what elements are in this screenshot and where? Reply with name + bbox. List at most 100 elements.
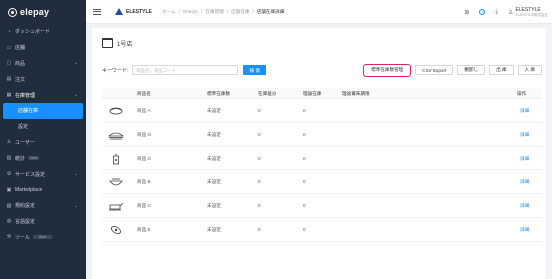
store-icon: ▭ (6, 44, 12, 51)
table-row: 商品 G 未設定 0 0 詳細 (102, 147, 542, 171)
brand: ELESTYLE (115, 8, 152, 15)
sidebar-item-label: 言語設定 (15, 218, 36, 225)
keyword-input[interactable] (132, 65, 239, 75)
sidebar-item-label: 商品 (15, 60, 26, 67)
detail-link[interactable]: 詳細 (520, 179, 529, 185)
standard-stock: 未設定 (207, 155, 221, 161)
col-stock-diff: 在庫差分 (258, 91, 277, 96)
sidebar-item-label: 注文 (15, 76, 26, 83)
sidebar-nav: ◔ ダッシュボード ▭ 店舗 ▢ 商品 ⌄ ▤ 注文 ▦ 在庫管理 ⌄ 店舗在庫 設定 ♙ ユーザー ▥ 統計 Ne… (0, 24, 86, 245)
pot-icon (108, 200, 124, 212)
topbar: ELESTYLE ホーム / OneQA / 在庫管理 / 店舗在庫 / 店舗在庫詳細 … (86, 0, 552, 24)
breadcrumb-current: 店舗在庫詳細 (256, 8, 285, 14)
stats-icon: ▥ (6, 155, 12, 162)
sidebar-item[interactable]: ▣ Marketplace (0, 182, 86, 198)
theory-stock: 0 (303, 131, 306, 137)
table-row: 商品 C 未設定 0 0 詳細 (102, 194, 542, 218)
standard-stock-button[interactable]: 標準在庫数管理 (363, 63, 412, 77)
chevron-down-icon: ⌄ (73, 92, 78, 99)
sidebar-item-label: 店舗 (15, 45, 26, 52)
detail-link[interactable]: 詳細 (520, 203, 529, 209)
col-product-name: 商品名 (137, 91, 151, 96)
standard-stock: 未設定 (207, 203, 221, 209)
user-company: ELESTYLE株式会社 (515, 12, 548, 17)
theory-stock: 0 (303, 155, 306, 161)
logo[interactable]: elepay (0, 0, 86, 24)
sidebar-item[interactable]: ▥ 統計 New (0, 150, 86, 166)
sidebar-item-label: ツール (15, 234, 31, 241)
sidebar-item[interactable]: ▤ 注文 (0, 71, 86, 87)
stock-out-button[interactable]: 出 庫 (489, 65, 514, 75)
detail-link[interactable]: 詳細 (520, 108, 529, 114)
stock-diff: 0 (258, 131, 261, 137)
content-card: 1号店 キーワード: 検 索 標準在庫数管理 CSV Export 棚卸し 出 … (92, 28, 546, 279)
detail-link[interactable]: 詳細 (520, 156, 529, 162)
sidebar-item[interactable]: 店舗在庫 (3, 102, 83, 119)
search-button[interactable]: 検 索 (243, 65, 267, 75)
table-body: 商品 A 未設定 0 0 詳細 商品 O 未設定 0 0 詳細 商品 G 未設定 0 0 詳細 商品 B 未設定… (102, 99, 542, 242)
chevron-down-icon: ⌄ (73, 171, 78, 178)
store-header: 1号店 (92, 28, 546, 48)
menu-icon[interactable] (93, 8, 101, 15)
detail-link[interactable]: 詳細 (520, 227, 529, 233)
store-icon (102, 38, 113, 48)
sidebar-item[interactable]: ♙ ユーザー (0, 135, 86, 151)
sidebar-item[interactable]: ◍ 言語設定 (0, 214, 86, 230)
sidebar-item-label: 統計 (15, 155, 26, 162)
grid-icon[interactable]: ⊞ (464, 9, 469, 16)
sidebar-item[interactable]: ▢ 商品 ⌄ (0, 56, 86, 72)
breadcrumb-inventory[interactable]: 在庫管理 (205, 9, 223, 15)
sidebar: elepay ◔ ダッシュボード ▭ 店舗 ▢ 商品 ⌄ ▤ 注文 ▦ 在庫管理 ⌄ 店舗在庫 設定 ♙ ユー… (0, 0, 86, 279)
breadcrumb-home[interactable]: ホーム (162, 9, 176, 15)
nav-badge: New (28, 156, 40, 161)
sidebar-item[interactable]: ◔ ダッシュボード (0, 24, 86, 40)
stocktake-button[interactable]: 棚卸し (457, 65, 486, 75)
standard-stock: 未設定 (207, 179, 221, 185)
stock-in-button[interactable]: 入 庫 (517, 65, 542, 75)
logo-icon (8, 7, 17, 17)
help-icon[interactable]: ? (479, 9, 486, 15)
detail-link[interactable]: 詳細 (520, 132, 529, 138)
sidebar-item[interactable]: 設定 (0, 119, 86, 135)
user-icon: ♙ (6, 139, 12, 146)
csv-export-button[interactable]: CSV Export (415, 65, 454, 75)
logo-text: elepay (20, 7, 50, 17)
sidebar-item-label: Marketplace (15, 186, 43, 193)
product-name: 商品 E (137, 226, 151, 232)
toolbar-actions: 標準在庫数管理 CSV Export 棚卸し 出 庫 入 庫 (363, 63, 542, 77)
sidebar-item[interactable]: ▦ 在庫管理 ⌄ (0, 87, 86, 103)
stock-diff: 0 (258, 155, 261, 161)
standard-stock: 未設定 (207, 108, 221, 113)
product-name: 商品 C (137, 203, 151, 209)
sidebar-item[interactable]: ▧ 規約設定 ⌄ (0, 198, 86, 214)
sidebar-item-label: ユーザー (15, 139, 35, 146)
theory-stock: 0 (303, 108, 306, 113)
theory-stock: 0 (303, 203, 306, 209)
store-name: 1号店 (117, 41, 133, 48)
chevron-down-icon: ⌄ (73, 60, 78, 67)
marketplace-icon: ▣ (6, 186, 12, 193)
nav-badge: Beta (33, 235, 53, 240)
terms-icon: ▧ (6, 202, 12, 209)
col-theory-stock: 理論在庫 (303, 91, 322, 96)
breadcrumb-org[interactable]: OneQA (183, 9, 198, 15)
tool-icon: ⚒ (6, 234, 12, 241)
inventory-table: 商品名 標準在庫数 在庫差分 理論在庫 理論賞味期限 操作 商品 A 未設定 0 0 詳… (102, 88, 542, 242)
sidebar-item[interactable]: ⚙ サービス設定 ⌄ (0, 166, 86, 182)
download-icon[interactable]: ⤓ (495, 9, 498, 16)
user-menu[interactable]: ♙ ELESTYLE ELESTYLE株式会社 (508, 7, 548, 18)
stock-diff: 0 (258, 179, 261, 185)
sidebar-item[interactable]: ⚒ ツール Beta (0, 229, 86, 245)
user-icon: ♙ (508, 9, 514, 16)
standard-stock: 未設定 (207, 226, 221, 232)
breadcrumb-store-inventory[interactable]: 店舗在庫 (231, 9, 249, 15)
table-row: 商品 E 未設定 0 0 詳細 (102, 218, 542, 242)
brand-name: ELESTYLE (126, 8, 152, 15)
roll-icon (108, 224, 124, 236)
breadcrumb: ホーム / OneQA / 在庫管理 / 店舗在庫 / 店舗在庫詳細 (161, 8, 285, 15)
stock-diff: 0 (258, 108, 261, 113)
sidebar-item[interactable]: ▭ 店舗 (0, 40, 86, 56)
col-action: 操作 (517, 91, 527, 96)
theory-stock: 0 (303, 226, 306, 232)
inventory-icon: ▦ (6, 92, 12, 99)
